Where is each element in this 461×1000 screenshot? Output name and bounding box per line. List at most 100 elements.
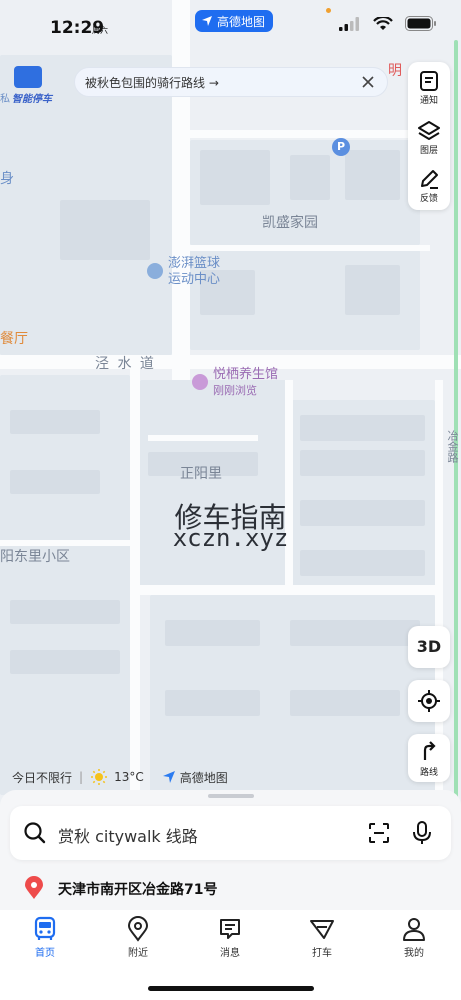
- home-indicator[interactable]: [148, 986, 314, 991]
- banner-text: 被秋色包围的骑行路线 →: [85, 75, 219, 90]
- tab-profile-label: 我的: [404, 948, 424, 959]
- info-line: 今日不限行 | 13°C 高德地图: [12, 768, 228, 786]
- route-label: 路线: [419, 768, 438, 778]
- poi-pengpai-line2: 运动中心: [168, 272, 221, 287]
- tab-taxi-label: 打车: [312, 948, 332, 959]
- map-building: [60, 200, 150, 260]
- route-arrow-icon: [423, 741, 436, 760]
- tab-messages[interactable]: 消息: [200, 916, 260, 959]
- wifi-icon: [373, 16, 393, 30]
- message-icon: [220, 919, 240, 939]
- basketball-icon[interactable]: [147, 263, 163, 279]
- poi-pengpai[interactable]: 澎湃篮球 运动中心: [168, 256, 220, 288]
- tab-nearby[interactable]: 附近: [108, 916, 168, 959]
- tab-messages-label: 消息: [220, 948, 240, 959]
- current-address: 天津市南开区冶金路71号: [58, 882, 218, 898]
- brand-label: 高德地图: [179, 770, 228, 785]
- map-road: [285, 380, 293, 590]
- bus-icon: [34, 916, 56, 940]
- locate-button[interactable]: [408, 680, 450, 722]
- user-icon: [403, 918, 425, 941]
- feedback-label: 反馈: [419, 194, 438, 204]
- map-label-kaisheng: 凯盛家园: [262, 215, 318, 231]
- map-label-ming: 明: [388, 63, 402, 79]
- tab-nearby-label: 附近: [128, 948, 148, 959]
- tab-taxi[interactable]: 打车: [292, 916, 352, 959]
- map-road: [148, 435, 258, 441]
- layers-button[interactable]: 图层: [408, 114, 450, 162]
- notice-icon: [420, 71, 438, 91]
- feedback-button[interactable]: 反馈: [408, 162, 450, 210]
- drag-handle[interactable]: [208, 794, 254, 798]
- map-building: [290, 155, 330, 200]
- map-label-road: 泾 水 道: [95, 356, 156, 372]
- map-building: [290, 690, 400, 716]
- traffic-restriction: 今日不限行: [12, 770, 73, 785]
- map-label-canting: 餐厅: [0, 331, 28, 347]
- sun-icon: [91, 769, 108, 785]
- map-building: [300, 550, 425, 576]
- map-label-si: 私: [0, 94, 10, 105]
- tab-home-label: 首页: [35, 948, 55, 959]
- cellular-signal-icon: [339, 16, 359, 31]
- map-building: [345, 265, 400, 315]
- temperature: 13°C: [114, 770, 144, 784]
- amap-logo-icon: [162, 771, 175, 783]
- parking-icon[interactable]: P: [332, 138, 350, 156]
- map-road: [172, 0, 190, 380]
- status-weekday: 周六: [92, 26, 108, 35]
- close-icon[interactable]: [359, 73, 377, 91]
- notice-label: 通知: [419, 96, 438, 106]
- locate-icon: [418, 690, 440, 712]
- scan-icon[interactable]: [368, 822, 390, 844]
- map-building: [290, 620, 420, 646]
- parking-brand-label: 智能停车: [12, 94, 52, 105]
- map-building: [165, 690, 260, 716]
- map-label-shen: 身: [0, 171, 14, 187]
- watermark-en: xczn.xyz: [172, 524, 289, 552]
- poi-yueqi[interactable]: 悦栖养生馆 刚刚浏览: [213, 367, 278, 399]
- search-placeholder[interactable]: 赏秋 citywalk 线路: [58, 823, 198, 847]
- route-button[interactable]: 路线: [408, 734, 450, 782]
- map-building: [200, 150, 270, 205]
- map-block: [140, 380, 290, 590]
- status-bar: 12:29 周六 高德地图: [0, 0, 461, 52]
- map-building: [300, 450, 425, 476]
- poi-yueqi-sub: 刚刚浏览: [213, 384, 257, 397]
- map-road: [190, 130, 430, 138]
- 3d-toggle-button[interactable]: 3D: [408, 626, 450, 668]
- tab-profile[interactable]: 我的: [384, 916, 444, 959]
- map-road: [130, 369, 140, 799]
- map-block: [0, 375, 130, 795]
- navigation-arrow-icon: [202, 16, 212, 26]
- map-building: [165, 620, 260, 646]
- poi-yueqi-name: 悦栖养生馆: [213, 367, 279, 382]
- map-label-yejin-road: 冶金路: [446, 430, 459, 463]
- map-road: [190, 245, 430, 251]
- microphone-icon[interactable]: [412, 821, 432, 845]
- map-building: [10, 470, 100, 494]
- parking-logo-icon: [14, 66, 42, 88]
- location-pin-icon: [25, 876, 43, 899]
- map-building: [10, 650, 120, 674]
- app-pill-label: 高德地图: [217, 14, 266, 29]
- map-road: [140, 585, 440, 595]
- tab-bar: 首页 附近 消息 打车 我的: [0, 910, 461, 1000]
- battery-icon: [405, 16, 436, 31]
- notification-dot: [326, 8, 331, 13]
- current-location-row[interactable]: 天津市南开区冶金路71号: [0, 872, 461, 902]
- promo-banner[interactable]: 被秋色包围的骑行路线 →: [74, 67, 388, 97]
- search-icon: [24, 822, 46, 844]
- tab-home[interactable]: 首页: [15, 916, 75, 959]
- map-building: [10, 600, 120, 624]
- search-box[interactable]: 赏秋 citywalk 线路: [10, 806, 451, 860]
- spa-icon[interactable]: [192, 374, 208, 390]
- map-building: [300, 415, 425, 441]
- map-pin-icon: [127, 916, 149, 942]
- taxi-icon: [310, 920, 334, 939]
- app-pill[interactable]: 高德地图: [195, 10, 274, 32]
- poi-pengpai-line1: 澎湃篮球: [168, 256, 221, 271]
- map-building: [345, 150, 400, 200]
- layers-label: 图层: [419, 146, 438, 156]
- notice-button[interactable]: 通知: [408, 64, 450, 112]
